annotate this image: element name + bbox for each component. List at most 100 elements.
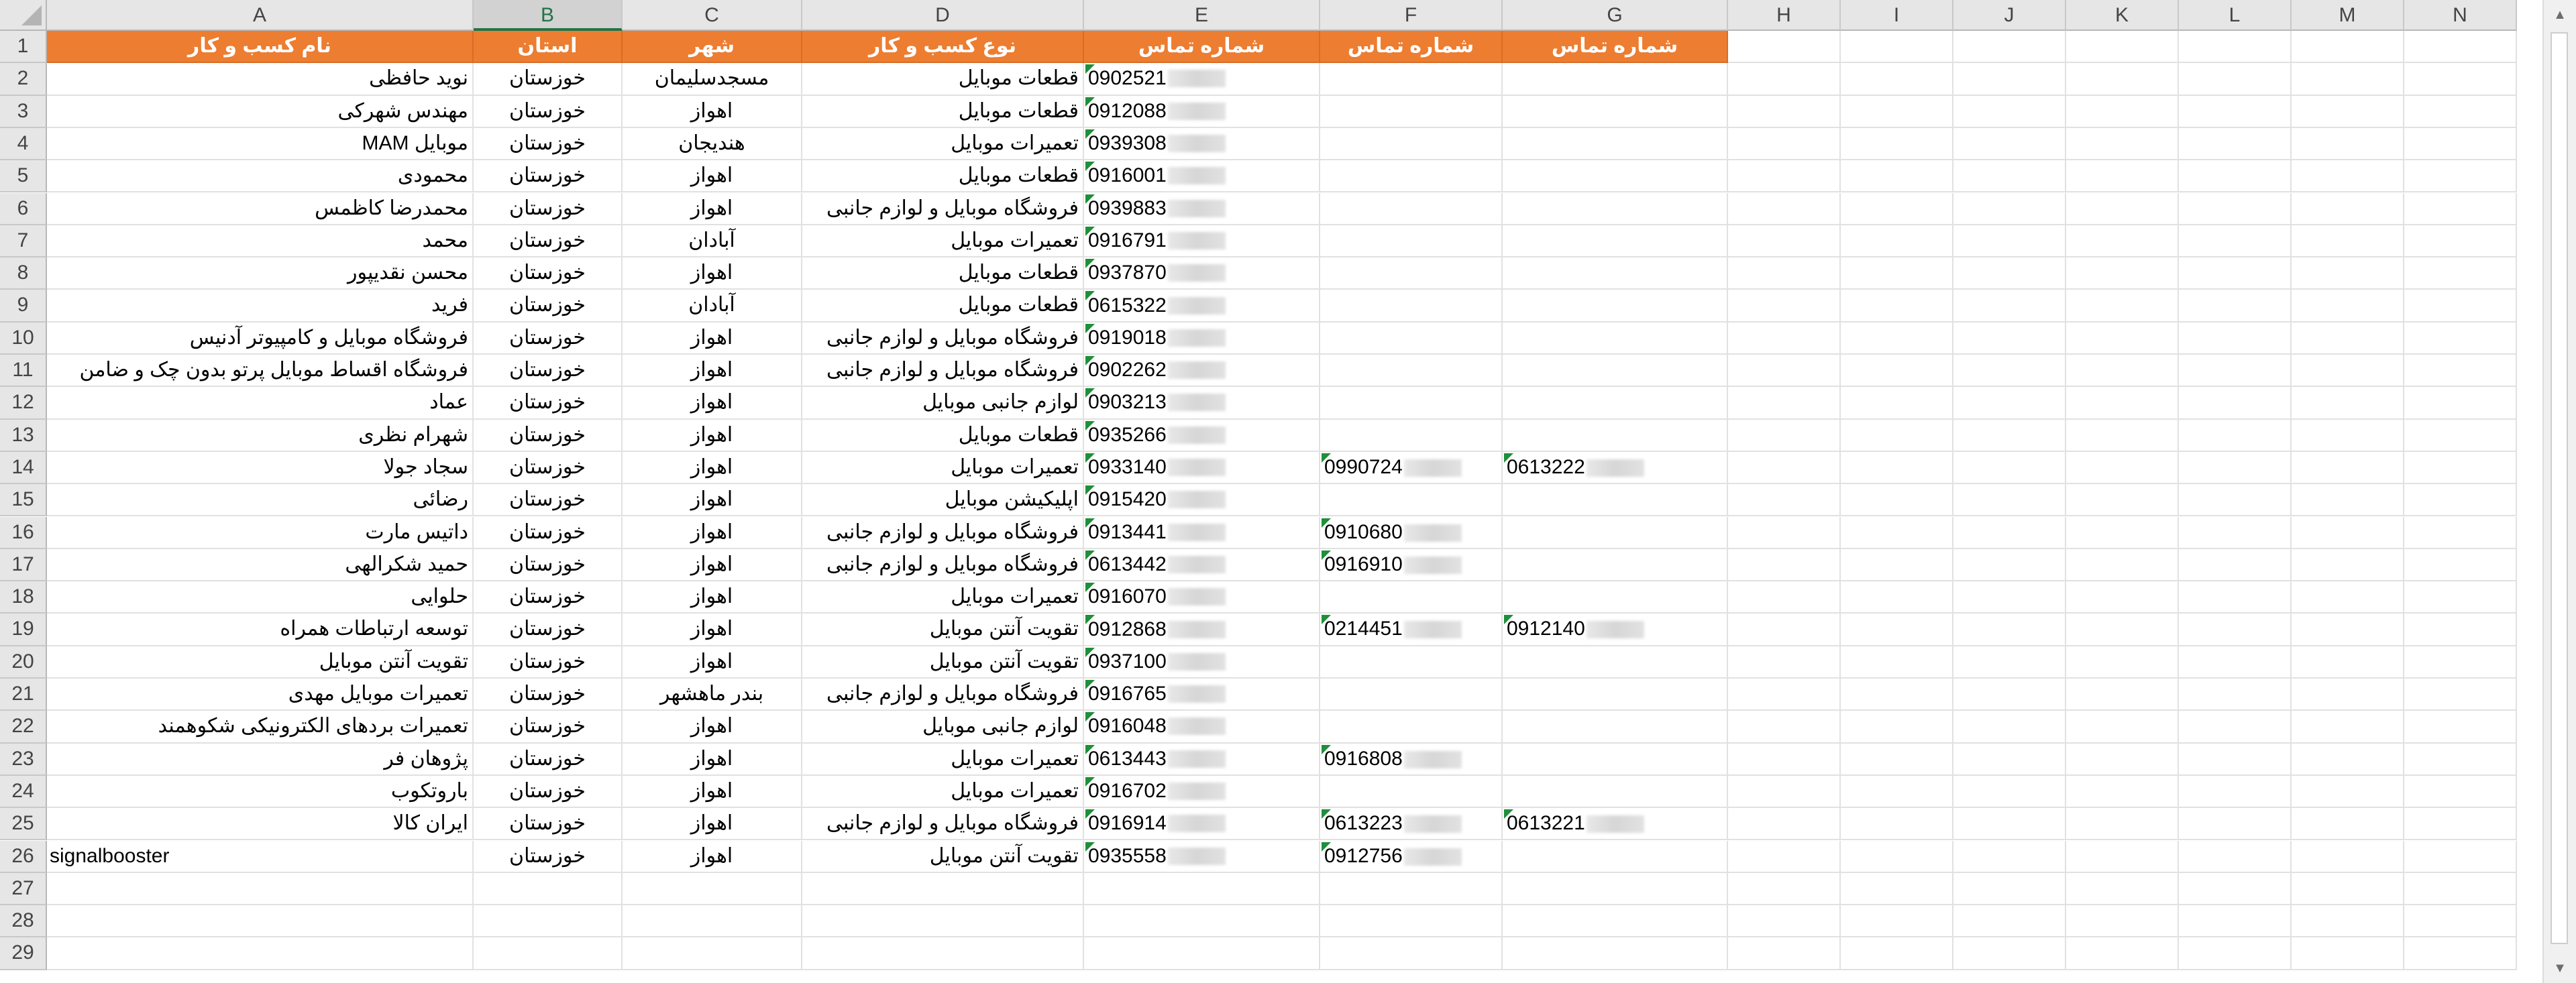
cell[interactable]	[1841, 387, 1953, 420]
cell[interactable]	[1953, 257, 2066, 290]
cell[interactable]	[2179, 31, 2292, 64]
city-cell[interactable]: آبادان	[623, 225, 802, 258]
cell[interactable]	[2066, 743, 2179, 776]
phone-cell[interactable]: 0939883	[1084, 192, 1320, 225]
cell[interactable]	[1953, 63, 2066, 96]
phone-cell[interactable]	[1503, 775, 1728, 809]
phone-cell[interactable]	[1320, 225, 1503, 258]
cell[interactable]	[2292, 775, 2404, 809]
province-cell[interactable]: خوزستان	[474, 840, 623, 873]
phone-cell[interactable]: 0913441	[1084, 516, 1320, 549]
type-cell[interactable]: قطعات موبایل	[802, 257, 1084, 290]
header-cell-4[interactable]: شماره تماس	[1084, 31, 1320, 64]
cell[interactable]	[2179, 840, 2292, 873]
province-cell[interactable]: خوزستان	[474, 387, 623, 420]
phone-cell[interactable]	[1320, 95, 1503, 128]
cell[interactable]	[1841, 63, 1953, 96]
type-cell[interactable]: تعمیرات موبایل	[802, 225, 1084, 258]
name-cell[interactable]: پژوهان فر	[47, 743, 474, 776]
cell[interactable]	[2066, 484, 2179, 517]
cell[interactable]	[2066, 451, 2179, 485]
cell[interactable]	[2292, 872, 2404, 906]
cell[interactable]	[1728, 160, 1841, 193]
cell[interactable]	[1953, 711, 2066, 744]
phone-cell[interactable]	[1320, 419, 1503, 452]
cell[interactable]	[2292, 355, 2404, 388]
cell[interactable]	[1728, 127, 1841, 161]
cell[interactable]	[1728, 95, 1841, 128]
type-cell[interactable]: فروشگاه موبایل و لوازم جانبی	[802, 679, 1084, 711]
city-cell[interactable]: اهواز	[623, 581, 802, 614]
phone-cell[interactable]: 0916914	[1084, 808, 1320, 841]
column-header-m[interactable]: M	[2292, 0, 2404, 31]
phone-cell[interactable]	[1503, 516, 1728, 549]
header-cell-3[interactable]: نوع کسب و کار	[802, 31, 1084, 64]
city-cell[interactable]: اهواز	[623, 322, 802, 355]
name-cell[interactable]: داتیس مارت	[47, 516, 474, 549]
cell[interactable]	[1953, 290, 2066, 323]
cell[interactable]	[2404, 581, 2517, 614]
cell[interactable]	[2066, 581, 2179, 614]
phone-cell[interactable]: 0916765	[1084, 679, 1320, 711]
vertical-scrollbar[interactable]: ▲ ▼	[2542, 0, 2576, 983]
cell[interactable]	[2404, 290, 2517, 323]
cell[interactable]	[2292, 387, 2404, 420]
cell[interactable]	[2292, 581, 2404, 614]
phone-cell[interactable]: 0915420	[1084, 484, 1320, 517]
cell[interactable]	[1841, 192, 1953, 225]
province-cell[interactable]: خوزستان	[474, 711, 623, 744]
cell[interactable]	[2404, 937, 2517, 970]
province-cell[interactable]: خوزستان	[474, 95, 623, 128]
cell[interactable]	[2292, 63, 2404, 96]
cell[interactable]	[2404, 257, 2517, 290]
province-cell[interactable]: خوزستان	[474, 290, 623, 323]
row-header-9[interactable]: 9	[0, 290, 47, 323]
phone-cell[interactable]	[1503, 257, 1728, 290]
phone-cell[interactable]: 0916808	[1320, 743, 1503, 776]
name-cell[interactable]: توسعه ارتباطات همراه	[47, 614, 474, 646]
cell[interactable]	[1728, 63, 1841, 96]
phone-cell[interactable]	[1503, 484, 1728, 517]
name-cell[interactable]: رضائی	[47, 484, 474, 517]
cell[interactable]	[1320, 872, 1503, 906]
cell[interactable]	[1841, 225, 1953, 258]
phone-cell[interactable]: 0939308	[1084, 127, 1320, 161]
cell[interactable]	[1841, 160, 1953, 193]
cell[interactable]	[1841, 743, 1953, 776]
city-cell[interactable]: اهواز	[623, 95, 802, 128]
type-cell[interactable]: فروشگاه موبایل و لوازم جانبی	[802, 355, 1084, 388]
cell[interactable]	[2179, 257, 2292, 290]
cell[interactable]	[1728, 257, 1841, 290]
cell[interactable]	[802, 937, 1084, 970]
cell[interactable]	[802, 905, 1084, 938]
cell[interactable]	[1841, 581, 1953, 614]
cell[interactable]	[2404, 192, 2517, 225]
cell[interactable]	[2179, 484, 2292, 517]
phone-cell[interactable]	[1320, 711, 1503, 744]
phone-cell[interactable]: 0933140	[1084, 451, 1320, 485]
row-header-20[interactable]: 20	[0, 646, 47, 679]
cell[interactable]	[2066, 419, 2179, 452]
type-cell[interactable]: قطعات موبایل	[802, 290, 1084, 323]
cell[interactable]	[1953, 905, 2066, 938]
province-cell[interactable]: خوزستان	[474, 646, 623, 679]
header-cell-1[interactable]: استان	[474, 31, 623, 64]
phone-cell[interactable]	[1320, 160, 1503, 193]
phone-cell[interactable]: 0990724	[1320, 451, 1503, 485]
row-header-23[interactable]: 23	[0, 743, 47, 776]
cell[interactable]	[2179, 355, 2292, 388]
cell[interactable]	[1728, 743, 1841, 776]
row-header-10[interactable]: 10	[0, 322, 47, 355]
phone-cell[interactable]	[1503, 743, 1728, 776]
province-cell[interactable]: خوزستان	[474, 419, 623, 452]
phone-cell[interactable]: 0912868	[1084, 614, 1320, 646]
row-header-21[interactable]: 21	[0, 679, 47, 711]
row-header-4[interactable]: 4	[0, 127, 47, 161]
phone-cell[interactable]	[1503, 387, 1728, 420]
cell[interactable]	[2179, 679, 2292, 711]
cell[interactable]	[2404, 646, 2517, 679]
row-header-11[interactable]: 11	[0, 355, 47, 388]
scrollbar-thumb[interactable]	[2551, 32, 2568, 944]
column-header-g[interactable]: G	[1503, 0, 1728, 31]
cell[interactable]	[2179, 581, 2292, 614]
